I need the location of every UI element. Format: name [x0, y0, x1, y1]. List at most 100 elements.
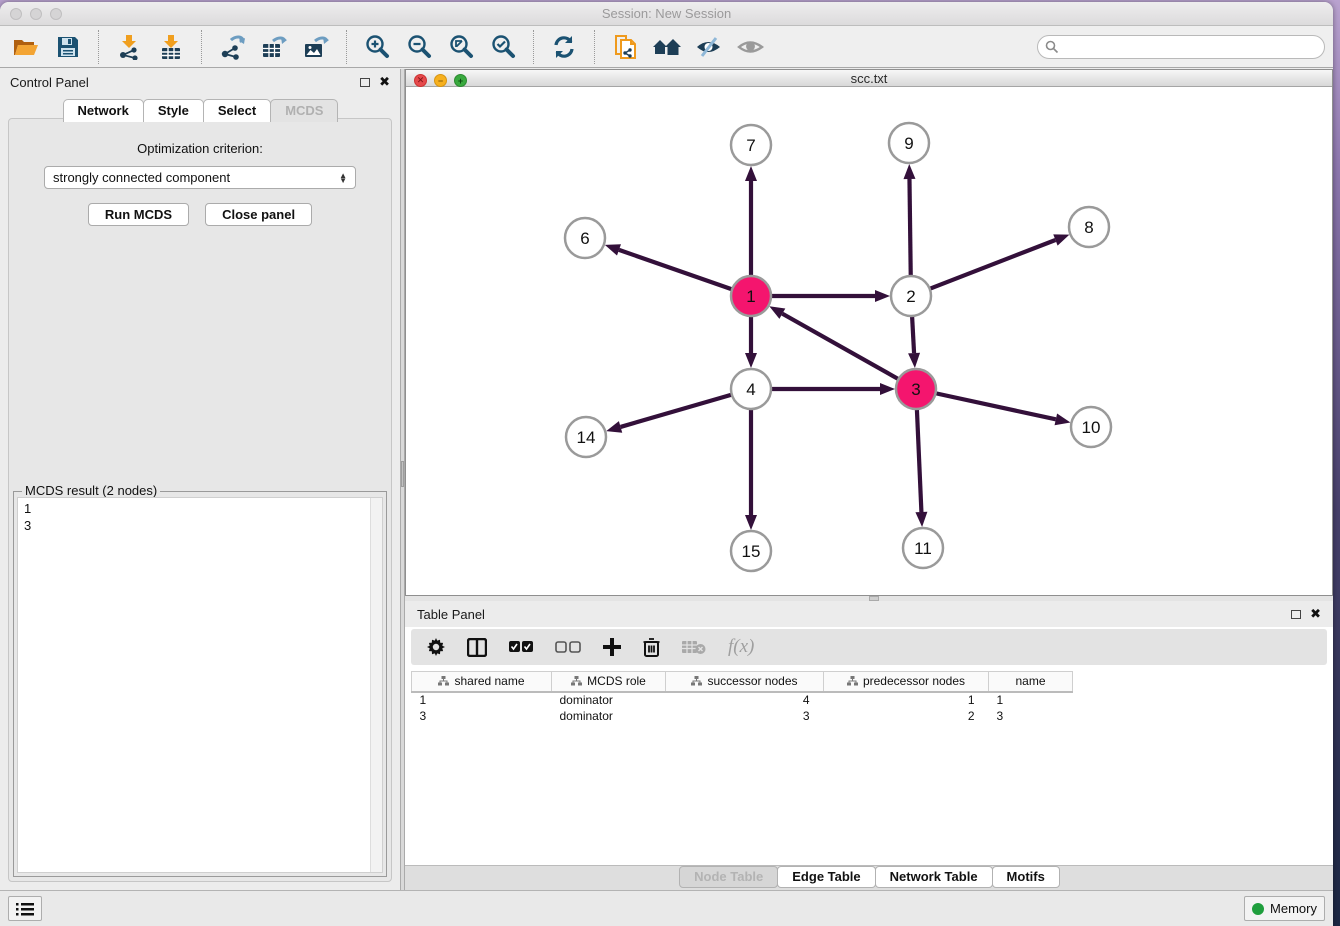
close-panel-icon[interactable]: ✖: [379, 77, 390, 87]
delete-column-icon[interactable]: [643, 638, 660, 657]
graph-node-6[interactable]: 6: [565, 218, 605, 258]
table-row[interactable]: 1dominator411: [412, 692, 1073, 708]
graph-node-3[interactable]: 3: [896, 369, 936, 409]
network-close-icon[interactable]: ✕: [414, 74, 427, 87]
network-canvas[interactable]: 7 9 6 8 1 2 4 3 14 10 15 11: [406, 87, 1332, 595]
network-maximize-icon[interactable]: +: [454, 74, 467, 87]
zoom-out-icon[interactable]: [401, 31, 437, 63]
zoom-in-icon[interactable]: [359, 31, 395, 63]
column-header-predecessor-nodes[interactable]: predecessor nodes: [824, 672, 989, 692]
gear-icon[interactable]: [427, 638, 445, 656]
splitter-grip[interactable]: [401, 461, 404, 487]
table-cell[interactable]: 2: [824, 708, 989, 724]
search-input[interactable]: [1037, 35, 1325, 59]
list-icon: [16, 902, 34, 916]
table-cell[interactable]: 3: [989, 708, 1073, 724]
network-minimize-icon[interactable]: −: [434, 74, 447, 87]
graph-node-8[interactable]: 8: [1069, 207, 1109, 247]
graph-node-2[interactable]: 2: [891, 276, 931, 316]
refresh-icon[interactable]: [546, 31, 582, 63]
column-header-successor-nodes[interactable]: successor nodes: [666, 672, 824, 692]
mcds-result-scrollbar[interactable]: [370, 498, 382, 872]
tab-network-table[interactable]: Network Table: [875, 866, 993, 888]
table-cell[interactable]: 1: [824, 692, 989, 708]
mcds-tab-panel: Optimization criterion: strongly connect…: [8, 118, 392, 882]
edge-3-11[interactable]: [917, 409, 922, 512]
show-panels-button[interactable]: [8, 896, 42, 921]
table-cell[interactable]: 3: [666, 708, 824, 724]
table-cell[interactable]: 1: [989, 692, 1073, 708]
function-builder-icon[interactable]: f(x): [728, 636, 754, 658]
edge-1-6[interactable]: [619, 250, 732, 290]
network-view-titlebar[interactable]: ✕ − + scc.txt: [406, 70, 1332, 87]
close-panel-button[interactable]: Close panel: [205, 203, 312, 226]
close-window-icon[interactable]: [10, 8, 22, 20]
column-header-name[interactable]: name: [989, 672, 1073, 692]
titlebar: Session: New Session: [0, 2, 1333, 26]
node-table: shared nameMCDS rolesuccessor nodesprede…: [411, 671, 1327, 865]
maximize-window-icon[interactable]: [50, 8, 62, 20]
delete-table-icon[interactable]: [682, 639, 706, 655]
open-file-icon[interactable]: [8, 31, 44, 63]
show-eye-icon[interactable]: [733, 31, 769, 63]
tab-node-table[interactable]: Node Table: [679, 866, 778, 888]
tab-select[interactable]: Select: [203, 99, 271, 122]
graph-node-10[interactable]: 10: [1071, 407, 1111, 447]
edge-2-8[interactable]: [930, 240, 1056, 289]
table-cell[interactable]: dominator: [552, 708, 666, 724]
table-cell[interactable]: 3: [412, 708, 552, 724]
table-row[interactable]: 3dominator323: [412, 708, 1073, 724]
column-header-MCDS-role[interactable]: MCDS role: [552, 672, 666, 692]
minimize-window-icon[interactable]: [30, 8, 42, 20]
export-network-icon[interactable]: [214, 31, 250, 63]
run-mcds-button[interactable]: Run MCDS: [88, 203, 189, 226]
graph-node-15[interactable]: 15: [731, 531, 771, 571]
float-panel-icon[interactable]: [360, 78, 370, 87]
mcds-result-list[interactable]: 13: [17, 497, 383, 873]
home-icon[interactable]: [649, 31, 685, 63]
tab-style[interactable]: Style: [143, 99, 204, 122]
edge-2-3[interactable]: [912, 316, 914, 353]
tab-mcds[interactable]: MCDS: [270, 99, 338, 122]
tab-motifs[interactable]: Motifs: [992, 866, 1060, 888]
save-session-icon[interactable]: [50, 31, 86, 63]
graph-node-9[interactable]: 9: [889, 123, 929, 163]
edge-3-1[interactable]: [782, 314, 898, 380]
tab-network[interactable]: Network: [63, 99, 144, 122]
table-cell[interactable]: 4: [666, 692, 824, 708]
export-image-icon[interactable]: [298, 31, 334, 63]
memory-button[interactable]: Memory: [1244, 896, 1325, 921]
zoom-selected-icon[interactable]: [485, 31, 521, 63]
export-table-icon[interactable]: [256, 31, 292, 63]
graph-node-11[interactable]: 11: [903, 528, 943, 568]
select-all-checkboxes-icon[interactable]: [509, 641, 533, 653]
mcds-result-item[interactable]: 1: [24, 500, 376, 517]
table-toolbar: f(x): [411, 629, 1327, 665]
close-panel-icon[interactable]: ✖: [1310, 609, 1321, 619]
import-network-icon[interactable]: [111, 31, 147, 63]
graph-node-14[interactable]: 14: [566, 417, 606, 457]
tab-edge-table[interactable]: Edge Table: [777, 866, 875, 888]
status-bar: Memory: [0, 890, 1333, 926]
graph-node-4[interactable]: 4: [731, 369, 771, 409]
deselect-all-checkboxes-icon[interactable]: [555, 641, 581, 653]
edge-4-14[interactable]: [621, 395, 732, 427]
optimization-criterion-select[interactable]: strongly connected component ▲▼: [44, 166, 356, 189]
share-network-icon[interactable]: [607, 31, 643, 63]
add-column-icon[interactable]: [603, 638, 621, 656]
column-header-shared-name[interactable]: shared name: [412, 672, 552, 692]
control-panel-tabs: Network Style Select MCDS: [0, 99, 400, 122]
edge-2-9[interactable]: [909, 179, 910, 276]
table-panel: Table Panel ✖: [405, 601, 1333, 890]
import-table-icon[interactable]: [153, 31, 189, 63]
edge-3-10[interactable]: [936, 393, 1056, 419]
table-cell[interactable]: dominator: [552, 692, 666, 708]
split-columns-icon[interactable]: [467, 638, 487, 657]
table-cell[interactable]: 1: [412, 692, 552, 708]
float-panel-icon[interactable]: [1291, 610, 1301, 619]
graph-node-1[interactable]: 1: [731, 276, 771, 316]
graph-node-7[interactable]: 7: [731, 125, 771, 165]
hide-eye-icon[interactable]: [691, 31, 727, 63]
zoom-fit-icon[interactable]: [443, 31, 479, 63]
mcds-result-item[interactable]: 3: [24, 517, 376, 534]
